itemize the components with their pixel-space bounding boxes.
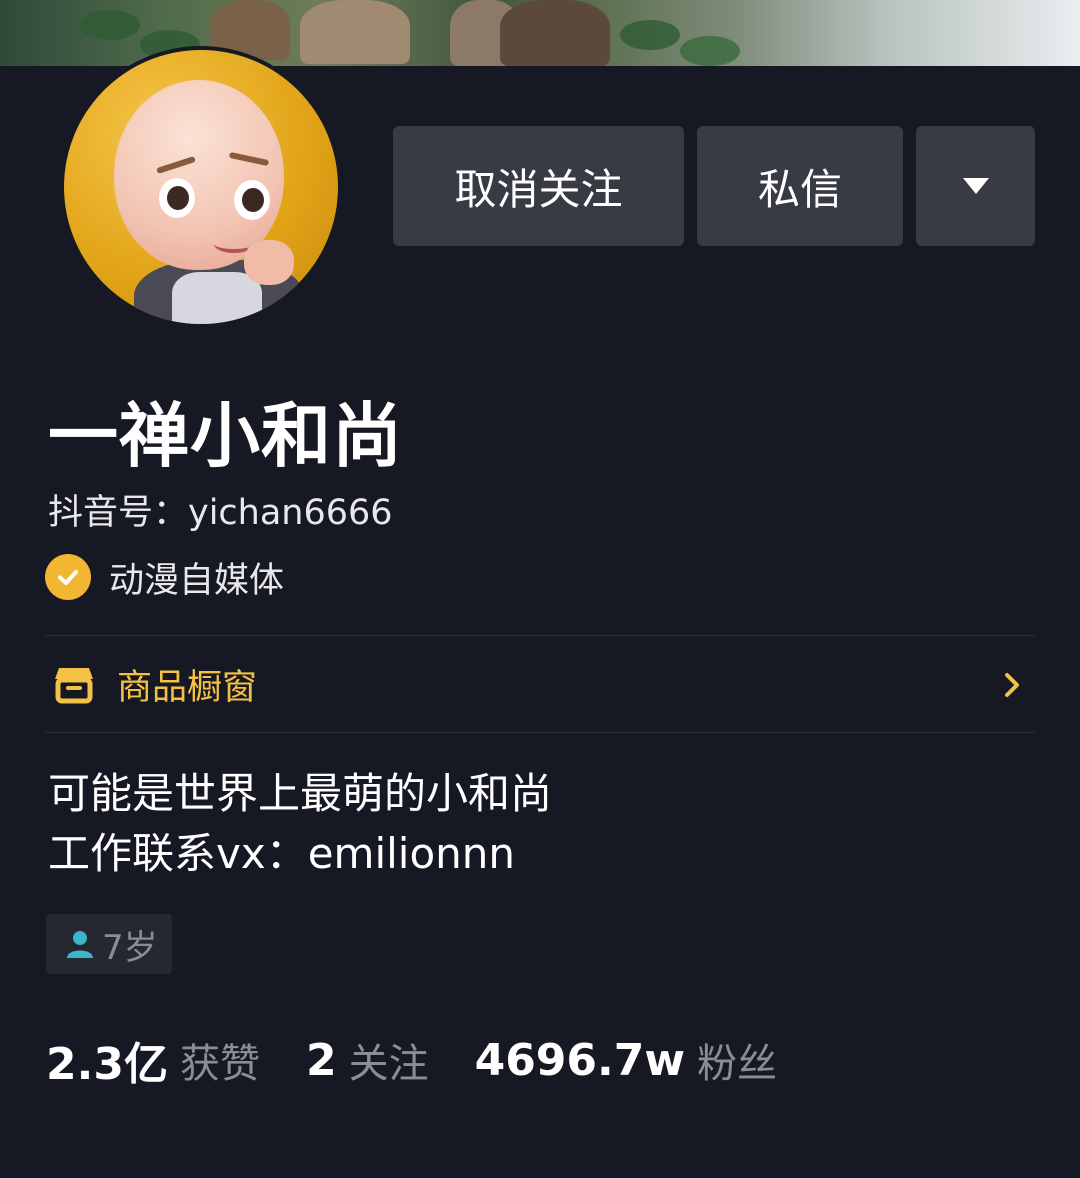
bio-line: 可能是世界上最萌的小和尚 <box>48 769 553 818</box>
profile-bio: 可能是世界上最萌的小和尚 工作联系vx：emilionnn <box>48 764 552 884</box>
message-button[interactable]: 私信 <box>697 126 903 246</box>
shop-window-link[interactable]: 商品橱窗 <box>45 636 1035 732</box>
age-label: 7岁 <box>102 927 158 968</box>
likes-label: 获赞 <box>179 1041 260 1087</box>
age-tag: 7岁 <box>46 914 172 974</box>
chevron-right-icon <box>1005 673 1019 697</box>
profile-stats: 2.3亿 获赞 2 关注 4696.7w 粉丝 <box>46 1028 823 1092</box>
followers-count[interactable]: 4696.7w <box>475 1035 685 1086</box>
following-count[interactable]: 2 <box>306 1035 337 1086</box>
caret-down-icon <box>962 178 989 194</box>
verification-row: 动漫自媒体 <box>45 553 284 601</box>
avatar[interactable] <box>60 46 342 328</box>
unfollow-button[interactable]: 取消关注 <box>393 126 684 246</box>
more-button[interactable] <box>916 126 1035 246</box>
shop-window-label: 商品橱窗 <box>117 667 258 708</box>
following-label[interactable]: 关注 <box>349 1031 429 1089</box>
profile-name: 一禅小和尚 <box>48 395 403 477</box>
bio-line: 工作联系vx：emilionnn <box>48 829 516 878</box>
douyin-id: 抖音号：yichan6666 <box>48 493 393 533</box>
storefront-icon <box>55 668 93 704</box>
followers-label[interactable]: 粉丝 <box>697 1031 777 1089</box>
likes-count: 2.3亿 <box>46 1039 168 1090</box>
divider <box>45 732 1035 733</box>
verification-label: 动漫自媒体 <box>109 560 285 601</box>
verified-check-icon <box>45 554 91 600</box>
person-icon <box>67 931 93 958</box>
